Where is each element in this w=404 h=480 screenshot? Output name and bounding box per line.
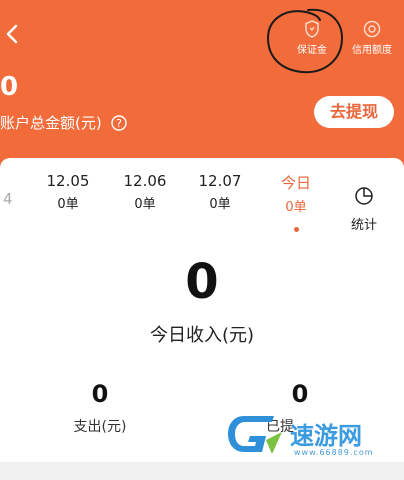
watermark-url: www.66889.com [294, 448, 374, 457]
deposit-label: 保证金 [297, 45, 327, 56]
back-arrow-icon[interactable] [2, 22, 22, 46]
pie-chart-icon [355, 187, 373, 205]
tab-date-1205[interactable]: 12.05 0单 [40, 172, 96, 212]
tab-date: 12.07 [198, 172, 242, 190]
withdraw-button[interactable]: 去提现 [314, 96, 394, 128]
today-income-value: 0 [185, 254, 219, 310]
credit-circle-icon [363, 20, 381, 38]
watermark-logo-icon [228, 416, 282, 454]
total-label-text: 账户总金额(元) [0, 114, 102, 132]
watermark-text: 速游网 [290, 422, 362, 450]
tab-date: 今日 [280, 174, 311, 192]
tab-date-1207[interactable]: 12.07 0单 [192, 172, 248, 212]
tab-count: 0单 [134, 197, 156, 212]
stats-button[interactable]: 统计 [344, 186, 384, 233]
total-amount: 0 [0, 72, 19, 102]
tab-date: 12.06 [123, 172, 167, 190]
bottom-strip [0, 462, 404, 480]
total-amount-label: 账户总金额(元) ? [0, 112, 127, 133]
withdrawn-value: 0 [291, 380, 309, 408]
tab-count: 0单 [57, 197, 79, 212]
svg-text:?: ? [116, 117, 122, 130]
stats-label: 统计 [350, 218, 377, 233]
deposit-button[interactable]: 保证金 [282, 20, 342, 56]
tab-date-1206[interactable]: 12.06 0单 [117, 172, 173, 212]
date-tabs: 4 12.05 0单 12.06 0单 12.07 0单 今日 0单 统计 [0, 172, 404, 233]
shield-icon [305, 20, 319, 38]
expense-value: 0 [91, 380, 109, 408]
tab-count: 0单 [209, 197, 231, 212]
header-bar: 保证金 信用额度 0 账户总金额(元) ? 去提现 [0, 0, 404, 180]
tab-partial[interactable]: 4 [3, 190, 13, 208]
tab-today[interactable]: 今日 0单 [268, 172, 324, 215]
today-income-label: 今日收入(元) [149, 325, 255, 346]
help-icon[interactable]: ? [110, 115, 127, 131]
credit-limit-button[interactable]: 信用额度 [342, 20, 402, 56]
tab-count: 0单 [285, 200, 307, 215]
credit-limit-label: 信用额度 [352, 45, 392, 56]
tab-date: 12.05 [46, 172, 90, 190]
active-tab-dot [294, 227, 299, 232]
expense-label: 支出(元) [73, 419, 127, 435]
